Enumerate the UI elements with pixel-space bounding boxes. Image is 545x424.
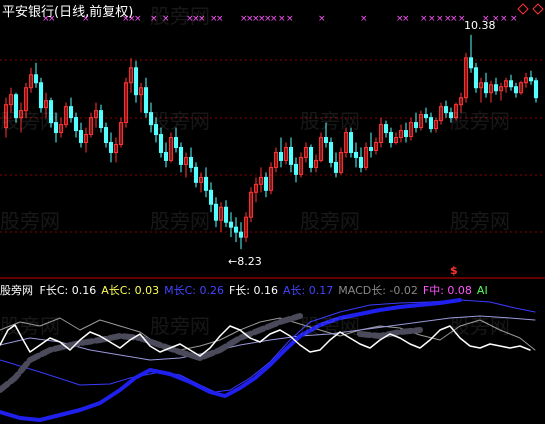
signal-marker: ×: [198, 14, 206, 24]
signal-marker: ×: [450, 14, 458, 24]
signal-marker: ×: [402, 14, 410, 24]
candle-body: [213, 203, 219, 221]
candle-body: [143, 87, 149, 114]
candle-body: [68, 106, 74, 119]
legend-prefix: 股旁网: [0, 284, 33, 297]
candle-body: [508, 80, 514, 88]
candle-body: [228, 221, 234, 228]
candle-body: [413, 122, 419, 129]
signal-marker: ×: [420, 14, 428, 24]
candle-body: [13, 94, 19, 119]
candle-body: [513, 86, 519, 94]
legend-item: F长: 0.16: [228, 284, 279, 297]
indicator-panel: [0, 298, 536, 422]
candle-body: [443, 106, 449, 114]
candle-body: [133, 67, 139, 96]
candle-body: [223, 206, 229, 223]
candle-body: [333, 161, 339, 173]
signal-marker: ×: [436, 14, 444, 24]
legend-item: MACD长: -0.02: [338, 284, 418, 297]
candle-body: [533, 80, 539, 99]
candle-body: [323, 137, 329, 144]
candle-body: [78, 130, 84, 144]
candle-body: [483, 82, 489, 94]
candle-body: [403, 130, 409, 138]
legend-item: AI: [476, 284, 488, 297]
candle-body: [73, 117, 79, 132]
legend-item: F长C: 0.16: [39, 284, 97, 297]
candle-body: [148, 112, 154, 126]
candle-body: [178, 146, 184, 165]
candle-body: [528, 77, 534, 82]
candle-body: [158, 134, 164, 153]
candle-body: [38, 82, 44, 109]
candle-body: [188, 156, 194, 168]
candle-body: [263, 176, 269, 191]
indicator-line-lavender: [0, 315, 536, 361]
signal-marker: ×: [150, 14, 158, 24]
candle-body: [423, 114, 429, 119]
candle-body: [193, 166, 199, 183]
candle-body: [368, 146, 374, 151]
signal-marker: ×: [162, 14, 170, 24]
candle-body: [293, 163, 299, 175]
candle-body: [348, 132, 354, 153]
candle-body: [153, 124, 159, 136]
candle-body: [238, 231, 244, 238]
candle-body: [108, 142, 114, 153]
candle-body: [103, 127, 109, 144]
chart-title: 平安银行(日线,前复权): [2, 5, 134, 20]
candle-body: [288, 146, 294, 165]
signal-marker: ×: [360, 14, 368, 24]
candle-body: [353, 151, 359, 158]
signal-marker: ×: [286, 14, 294, 24]
signal-marker: ×: [134, 14, 142, 24]
signal-marker: ×: [510, 14, 518, 24]
candle-body: [53, 122, 59, 134]
legend-item: A长C: 0.03: [101, 284, 160, 297]
price-gridlines: [0, 59, 545, 233]
candle-body: [98, 110, 104, 129]
candle-body: [173, 137, 179, 148]
candle-body: [468, 57, 474, 69]
signal-marker: ×: [270, 14, 278, 24]
low-price-label: ←8.23: [228, 255, 262, 268]
signal-marker: ×: [500, 14, 508, 24]
candlestick-series: [3, 34, 539, 250]
signal-marker: ×: [216, 14, 224, 24]
buy-signal-mark: $: [450, 264, 458, 277]
candle-body: [308, 146, 314, 168]
legend-item: F中: 0.08: [422, 284, 472, 297]
chart-canvas[interactable]: ×× × ××× × × ××× ×× ×××××× × × × × ×× × × × ×× × × × × ×: [0, 0, 545, 424]
signal-marker: ×: [278, 14, 286, 24]
indicator-line-thick-blue: [0, 298, 462, 422]
candle-body: [208, 189, 214, 205]
high-price-label: 10.38: [464, 19, 496, 32]
candle-body: [48, 100, 54, 124]
candle-body: [163, 151, 169, 161]
legend-item: M长C: 0.26: [164, 284, 224, 297]
candle-body: [358, 156, 364, 168]
indicator-legend: 股旁网 F长C: 0.16 A长C: 0.03 M长C: 0.26 F长: 0.16 A…: [0, 282, 498, 298]
candle-body: [388, 132, 394, 144]
signal-marker: ×: [318, 14, 326, 24]
candle-body: [448, 112, 454, 119]
candle-body: [33, 74, 39, 84]
signal-marker: ×: [428, 14, 436, 24]
candle-body: [203, 176, 209, 191]
candle-body: [493, 84, 499, 92]
candle-body: [428, 117, 434, 130]
candle-body: [278, 151, 284, 161]
indicator-line-blue: [0, 299, 536, 393]
diamond-shape: [532, 3, 544, 15]
candle-body: [383, 124, 389, 134]
candle-body: [233, 226, 239, 233]
candle-body: [473, 67, 479, 89]
legend-item: A长: 0.17: [283, 284, 334, 297]
indicator-line-dashed: [357, 327, 423, 339]
candle-body: [328, 142, 334, 163]
diamond-icon: [517, 3, 544, 15]
diamond-shape: [517, 3, 529, 15]
